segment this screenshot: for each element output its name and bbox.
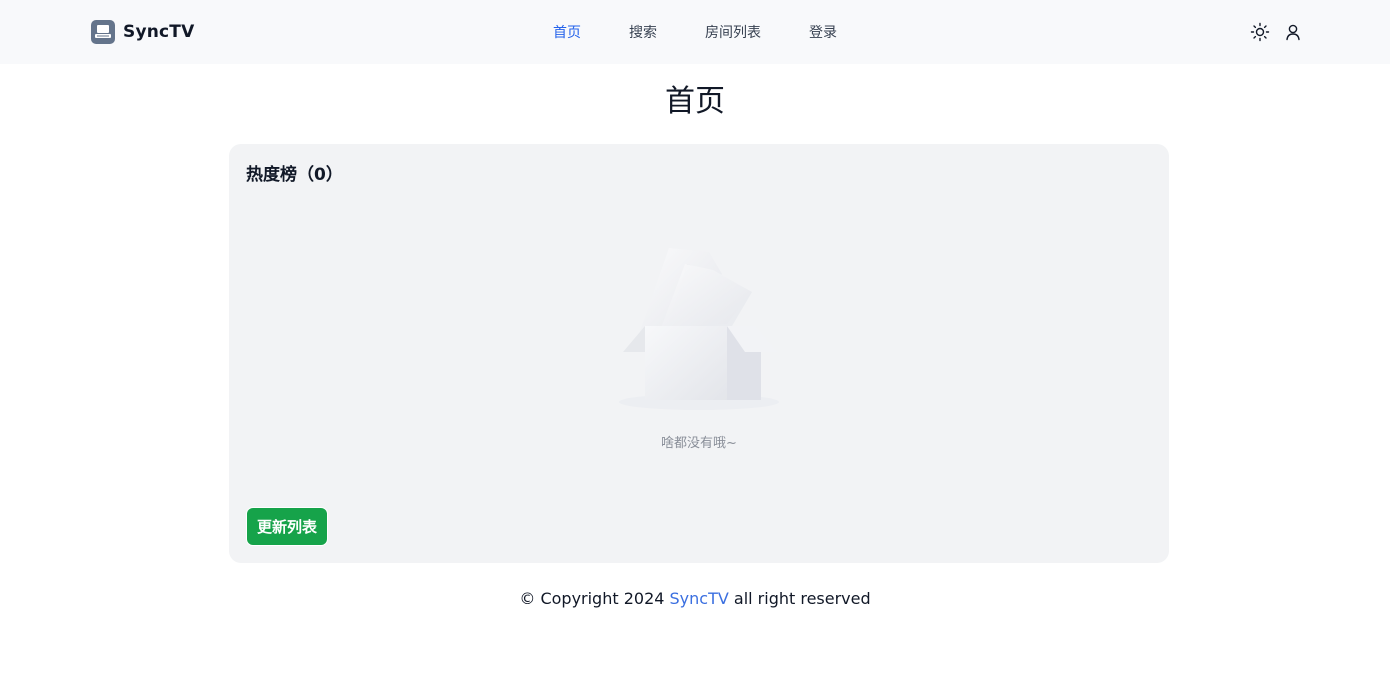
refresh-list-button[interactable]: 更新列表 <box>247 508 328 545</box>
nav-item-search[interactable]: 搜索 <box>629 22 657 42</box>
empty-message: 啥都没有哦~ <box>661 436 737 451</box>
main-nav: 首页 搜索 房间列表 登录 <box>0 22 1390 42</box>
sun-icon[interactable] <box>1250 22 1270 42</box>
footer-copyright: © Copyright 2024 <box>519 589 670 608</box>
nav-item-home[interactable]: 首页 <box>553 22 581 42</box>
footer: © Copyright 2024 SyncTV all right reserv… <box>0 589 1390 608</box>
empty-box-icon <box>619 248 779 410</box>
footer-synctv-link[interactable]: SyncTV <box>670 589 729 608</box>
user-icon[interactable] <box>1283 22 1303 42</box>
nav-item-room-list[interactable]: 房间列表 <box>705 22 761 42</box>
nav-item-login[interactable]: 登录 <box>809 22 837 42</box>
page-title: 首页 <box>665 84 725 119</box>
footer-rights: all right reserved <box>728 589 871 608</box>
navbar: SyncTV 首页 搜索 房间列表 登录 <box>0 0 1390 64</box>
nav-actions <box>1237 22 1303 42</box>
hot-list-title: 热度榜（0） <box>246 165 343 185</box>
hot-list-card: 热度榜（0） 啥都没有哦~ 更新列表 <box>229 144 1169 563</box>
